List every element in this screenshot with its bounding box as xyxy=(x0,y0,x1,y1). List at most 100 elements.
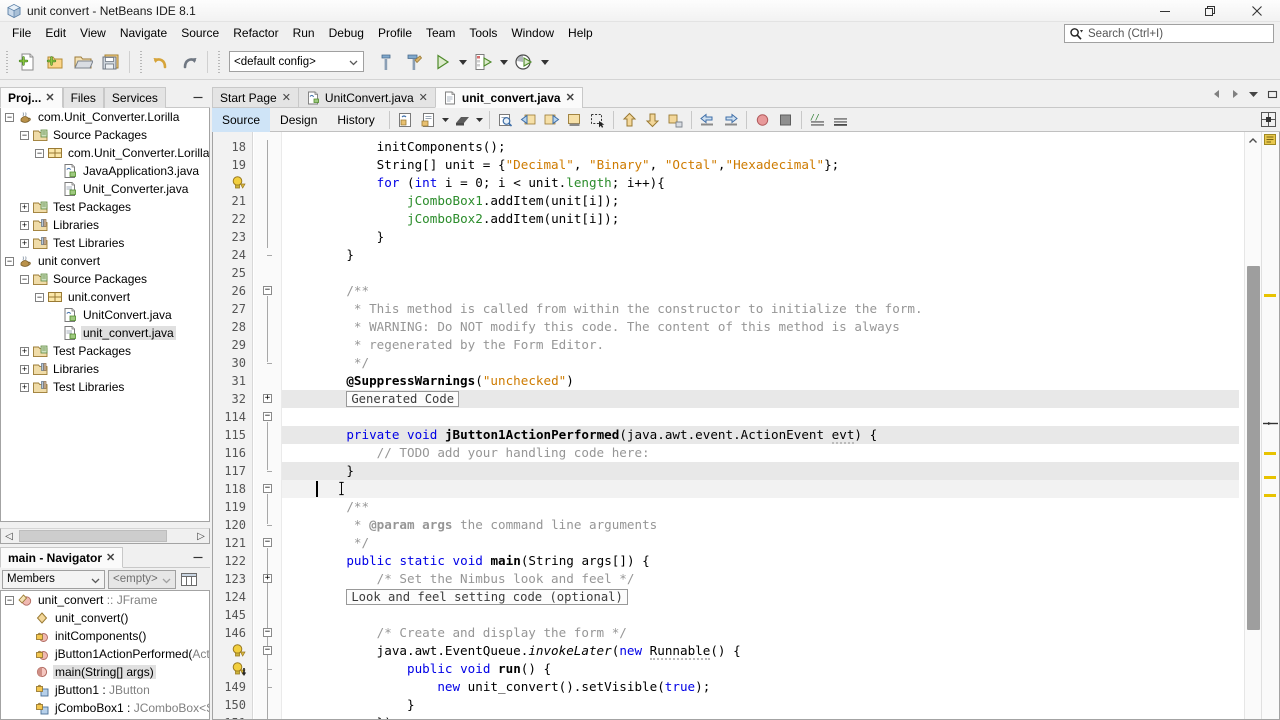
comment-button[interactable]: // xyxy=(806,109,829,131)
code-folding-column[interactable]: − + − − − + − − xyxy=(254,132,282,719)
menu-refactor[interactable]: Refactor xyxy=(226,23,285,43)
line-number[interactable]: 30 xyxy=(232,354,246,372)
line-number[interactable]: 22 xyxy=(232,210,246,228)
line-number[interactable]: 146 xyxy=(224,624,246,642)
line-number[interactable]: 118 xyxy=(224,480,246,498)
tree-item[interactable]: initComponents() xyxy=(1,627,209,645)
tree-item[interactable]: UnitConvert.java xyxy=(1,306,209,324)
fold-expand-icon[interactable]: + xyxy=(263,574,272,583)
clean-build-button[interactable] xyxy=(400,48,428,76)
tree-item[interactable]: + Test Libraries xyxy=(1,378,209,396)
tree-item[interactable]: jComboBox1 : JComboBox<St xyxy=(1,699,209,717)
maximize-icon[interactable] xyxy=(1267,89,1278,99)
navigator-tree[interactable]: − unit_convert :: JFrame unit_convert() ini… xyxy=(0,590,210,720)
rect-selection-dropdown-caret[interactable] xyxy=(474,109,485,131)
menu-team[interactable]: Team xyxy=(419,23,462,43)
code-line[interactable]: * @param args the command line arguments xyxy=(316,516,657,534)
line-number[interactable]: 122 xyxy=(224,552,246,570)
hint-bulb-icon[interactable] xyxy=(231,643,247,659)
code-line[interactable]: jComboBox2.addItem(unit[i]); xyxy=(316,210,619,228)
code-line[interactable]: * WARNING: Do NOT modify this code. The … xyxy=(316,318,900,336)
project-tree-hscrollbar[interactable]: ◁ ▷ xyxy=(0,528,210,544)
code-line[interactable]: } xyxy=(316,696,415,714)
toolbar-grip-3[interactable] xyxy=(216,50,222,73)
menu-file[interactable]: File xyxy=(5,23,38,43)
editor-options-button[interactable] xyxy=(1261,112,1276,130)
code-line[interactable]: private void jButton1ActionPerformed(jav… xyxy=(316,426,877,444)
minimize-button[interactable] xyxy=(1142,0,1188,22)
redo-button[interactable] xyxy=(175,48,203,76)
move-line-button[interactable] xyxy=(664,109,687,131)
fold-collapse-icon[interactable]: − xyxy=(263,628,272,637)
tree-item[interactable]: − unit.convert xyxy=(1,288,209,306)
line-number[interactable]: 18 xyxy=(232,138,246,156)
line-number[interactable]: 29 xyxy=(232,336,246,354)
tree-item[interactable]: jButton1 : JButton xyxy=(1,681,209,699)
code-line[interactable]: */ xyxy=(316,534,369,552)
expand-toggle-icon[interactable]: + xyxy=(20,346,29,356)
project-tree[interactable]: − com.Unit_Converter.Lorilla − Source Packa… xyxy=(0,108,210,522)
debug-project-button[interactable] xyxy=(469,48,497,76)
toolbar-grip-2[interactable] xyxy=(138,50,144,73)
code-line[interactable]: }); xyxy=(316,714,400,719)
line-number[interactable]: 119 xyxy=(224,498,246,516)
line-number-gutter[interactable]: 18 19 21 22 23 24 25 26 27 28 29 30 31 32 114 115 116 117… xyxy=(213,132,253,719)
fold-collapse-icon[interactable]: − xyxy=(263,646,272,655)
code-line[interactable]: for (int i = 0; i < unit.length; i++){ xyxy=(316,174,665,192)
save-all-button[interactable] xyxy=(97,48,125,76)
fold-collapse-icon[interactable]: − xyxy=(263,412,272,421)
view-tab-design[interactable]: Design xyxy=(270,108,327,132)
refactor-dropdown-caret[interactable] xyxy=(440,109,451,131)
tab-services[interactable]: Services xyxy=(103,87,166,108)
minimize-panel-button[interactable] xyxy=(190,90,206,104)
open-project-button[interactable] xyxy=(69,48,97,76)
previous-bookmark-button[interactable] xyxy=(517,109,540,131)
tree-item[interactable]: unit_convert() xyxy=(1,609,209,627)
code-line[interactable]: /** xyxy=(316,282,369,300)
tree-item[interactable]: jButton1ActionPerformed(Acti xyxy=(1,645,209,663)
code-line[interactable]: public static void main(String args[]) { xyxy=(316,552,649,570)
editor-tab-start-page[interactable]: Start Page ✕ xyxy=(212,87,299,108)
menu-source[interactable]: Source xyxy=(174,23,226,43)
new-project-button[interactable] xyxy=(41,48,69,76)
close-icon[interactable]: ✕ xyxy=(282,91,291,104)
start-macro-record-button[interactable] xyxy=(751,109,774,131)
hint-bulb-icon[interactable] xyxy=(231,175,247,191)
line-number[interactable]: 26 xyxy=(232,282,246,300)
tree-item[interactable]: Unit_Converter.java xyxy=(1,180,209,198)
shift-line-down-button[interactable] xyxy=(641,109,664,131)
annotations-summary-icon[interactable] xyxy=(1264,134,1276,145)
code-line[interactable]: // TODO add your handling code here: xyxy=(316,444,650,462)
stripe-warning-mark[interactable] xyxy=(1264,494,1276,497)
profile-dropdown-caret[interactable] xyxy=(538,48,551,76)
editor-tab-unitconvert-java[interactable]: UnitConvert.java ✕ xyxy=(297,87,436,108)
navigator-view-button[interactable] xyxy=(179,570,199,589)
last-edit-button[interactable] xyxy=(394,109,417,131)
code-line[interactable]: */ xyxy=(316,354,369,372)
code-line[interactable]: } xyxy=(316,228,385,246)
menu-edit[interactable]: Edit xyxy=(38,23,73,43)
code-line[interactable]: * regenerated by the Form Editor. xyxy=(316,336,604,354)
minimize-navigator-button[interactable] xyxy=(190,550,206,564)
close-icon[interactable]: ✕ xyxy=(419,91,428,104)
build-project-button[interactable] xyxy=(372,48,400,76)
scroll-left-icon[interactable] xyxy=(1212,89,1222,99)
undo-button[interactable] xyxy=(147,48,175,76)
line-number[interactable]: 115 xyxy=(224,426,246,444)
shift-line-left-button[interactable] xyxy=(696,109,719,131)
collapse-toggle-icon[interactable]: − xyxy=(5,595,14,605)
tab-navigator[interactable]: main - Navigator ✕ xyxy=(0,547,124,568)
hint-bulb-override-icon[interactable] xyxy=(231,661,247,677)
scroll-left-icon[interactable]: ◁ xyxy=(1,531,17,542)
code-line[interactable]: String[] unit = {"Decimal", "Binary", "O… xyxy=(316,156,840,174)
line-number[interactable]: 149 xyxy=(224,678,246,696)
scroll-up-icon[interactable] xyxy=(1245,132,1261,149)
code-line[interactable]: Look and feel setting code (optional) xyxy=(316,588,628,606)
menu-run[interactable]: Run xyxy=(286,23,322,43)
line-number[interactable]: 151 xyxy=(224,714,246,719)
code-editor[interactable]: 18 19 21 22 23 24 25 26 27 28 29 30 31 32 114 115 116 117… xyxy=(212,132,1280,720)
toggle-rect-selection-button[interactable] xyxy=(451,109,474,131)
line-number[interactable]: 124 xyxy=(224,588,246,606)
code-line[interactable]: /** xyxy=(316,498,369,516)
shift-line-up-button[interactable] xyxy=(618,109,641,131)
